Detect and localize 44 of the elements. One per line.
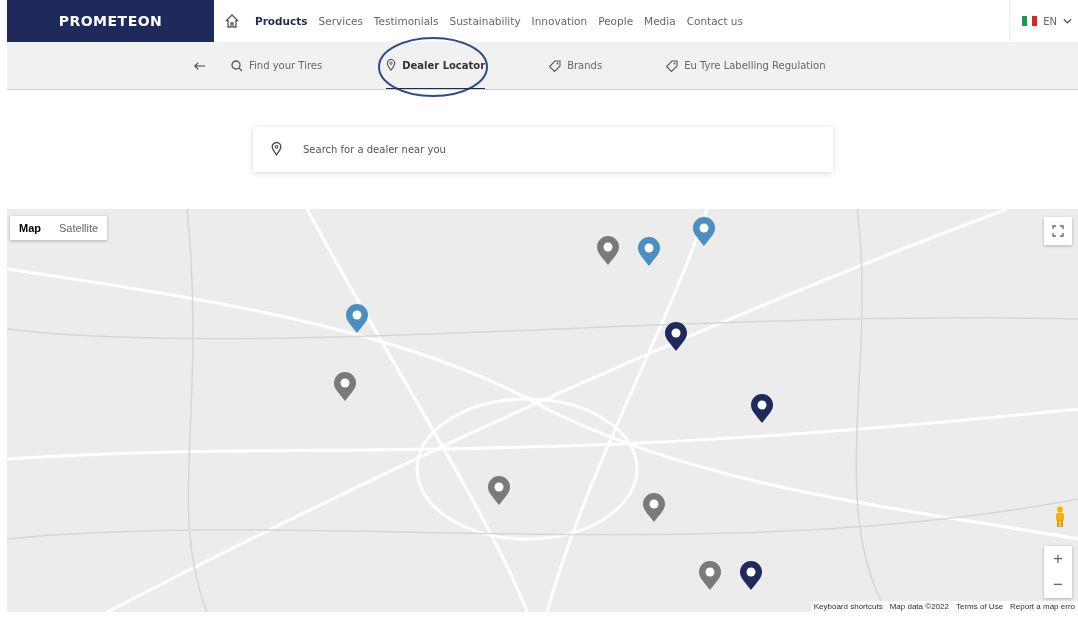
prometeon-logo[interactable]: PROMETEON (7, 0, 214, 42)
map-marker-icon[interactable] (333, 372, 357, 402)
map-footer-link[interactable]: Keyboard shortcuts (813, 602, 883, 611)
search-icon (231, 59, 243, 72)
subnav-tab[interactable]: Eu Tyre Labelling Regulation (666, 42, 826, 89)
map-type-button[interactable]: Map (10, 216, 50, 240)
map-marker-icon[interactable] (596, 236, 620, 266)
map-marker-icon[interactable] (698, 561, 722, 591)
nav-link[interactable]: Sustainability (449, 15, 521, 27)
zoom-out-button[interactable]: − (1044, 572, 1072, 598)
map-footer-link[interactable]: Report a map erro (1010, 602, 1075, 611)
nav-link[interactable]: Contact us (686, 15, 743, 27)
nav-link[interactable]: People (598, 15, 634, 27)
home-icon[interactable] (224, 13, 240, 29)
subnav-tab[interactable]: Find your Tires (231, 42, 323, 89)
map-placeholder[interactable]: Map Satellite + − Keyboard shortcuts Map data ©2022 Terms of Use Report a map erro (7, 209, 1078, 612)
subnav-tab[interactable]: Brands (549, 42, 603, 89)
map-marker-icon[interactable] (739, 561, 763, 591)
fullscreen-button[interactable] (1044, 217, 1072, 245)
fullscreen-icon (1052, 225, 1064, 237)
map-type-button[interactable]: Satellite (50, 216, 108, 240)
map-marker-icon[interactable] (642, 493, 666, 523)
nav-link[interactable]: Services (318, 15, 363, 27)
map-marker-icon[interactable] (637, 237, 661, 267)
map-footer-link[interactable]: Map data ©2022 (889, 602, 949, 611)
dealer-search-field[interactable]: Search for a dealer near you (253, 127, 833, 172)
map-footer-link[interactable]: Terms of Use (955, 602, 1004, 611)
tag-icon (666, 59, 679, 72)
nav-link[interactable]: Innovation (531, 15, 588, 27)
back-arrow-icon[interactable] (194, 60, 206, 71)
tag-icon (549, 59, 562, 72)
nav-link[interactable]: Products (255, 15, 308, 27)
nav-link[interactable]: Media (644, 15, 676, 27)
map-marker-icon[interactable] (487, 476, 511, 506)
location-pin-icon (386, 59, 397, 71)
nav-link[interactable]: Testimonials (373, 15, 439, 27)
zoom-in-button[interactable]: + (1044, 546, 1072, 572)
italy-flag-icon (1022, 16, 1038, 26)
map-marker-icon[interactable] (692, 217, 716, 247)
map-marker-icon[interactable] (750, 394, 774, 424)
chevron-down-icon[interactable] (1063, 18, 1072, 24)
map-marker-icon[interactable] (664, 322, 688, 352)
language-selector[interactable]: EN (1043, 15, 1057, 27)
map-marker-icon[interactable] (345, 304, 369, 334)
